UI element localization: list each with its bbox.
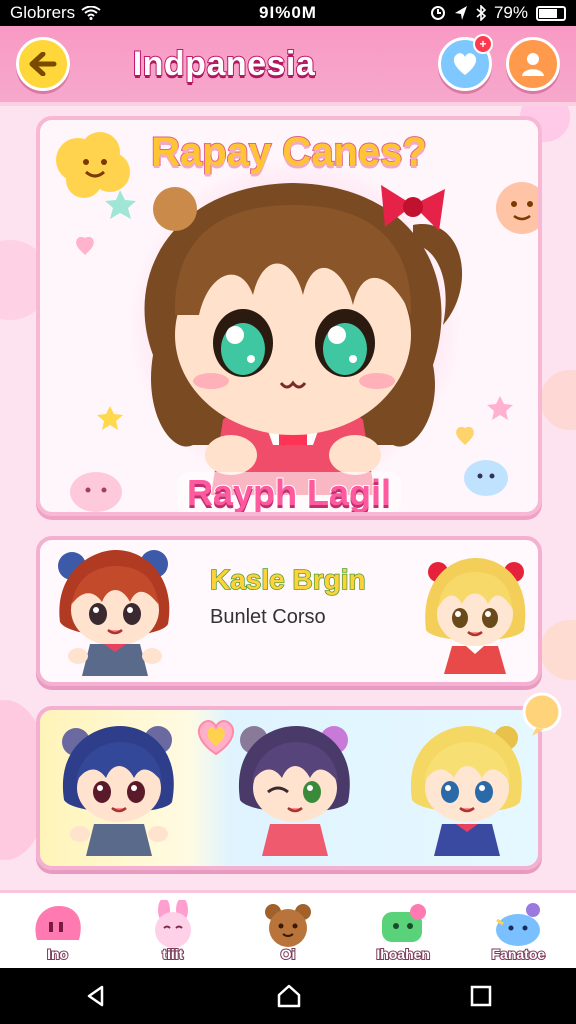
clock: 9I%0M (259, 3, 317, 22)
profile-button[interactable] (505, 37, 560, 91)
wifi-icon (81, 6, 101, 20)
eye-left (213, 309, 273, 377)
home-icon[interactable] (276, 983, 302, 1009)
favorites-button[interactable]: + (437, 34, 493, 91)
character-list-item[interactable]: Kasle Brgin Bunlet Corso (36, 536, 542, 686)
character-avatar-yellow-hair (410, 726, 522, 856)
nav-item-oi[interactable]: Oi (238, 900, 338, 963)
star-icon (487, 396, 513, 420)
nav-label: Ihoahen (375, 945, 431, 963)
nav-item-ino[interactable]: Ino (8, 900, 108, 963)
recents-square-icon[interactable] (470, 985, 492, 1007)
character-name: Rayph Lagil (176, 471, 402, 512)
bg-bubble (540, 370, 576, 430)
location-icon (454, 6, 467, 20)
bottom-navigation: Ino tiiit Oi Ihoahen Fanatoe (0, 890, 576, 968)
character-portrait (144, 183, 463, 495)
back-button[interactable] (16, 37, 70, 91)
character-group-card[interactable] (36, 706, 542, 870)
green-frog-icon (382, 903, 427, 942)
nav-item-fanatoe[interactable]: Fanatoe (468, 900, 568, 963)
heart-icon (453, 53, 477, 75)
blue-bird-icon (496, 902, 541, 946)
pink-bunny-icon (154, 899, 191, 948)
character-avatar-blue-hair (62, 726, 174, 856)
nav-label: Ino (46, 945, 69, 963)
bg-bubble (540, 620, 576, 680)
chat-bubble-icon[interactable] (520, 692, 564, 736)
nav-item-tiiit[interactable]: tiiit (123, 899, 223, 963)
arrow-left-icon (29, 52, 57, 76)
status-bar: Globrers 9I%0M 79% (0, 0, 576, 26)
back-triangle-icon[interactable] (84, 984, 108, 1008)
pink-blob-icon (35, 905, 81, 940)
list-item-title: Kasle Brgin (209, 563, 366, 596)
app-header: Indpanesia + (0, 26, 576, 106)
character-name-banner: Rayph Lagil (40, 471, 538, 512)
nav-label: Fanatoe (491, 945, 547, 963)
app-screen: Globrers 9I%0M 79% Indpanesia + Rapay Ca… (0, 0, 576, 1024)
alarm-icon (430, 6, 445, 20)
nav-item-ihoahen[interactable]: Ihoahen (353, 900, 453, 963)
nav-label: Oi (280, 945, 297, 963)
heart-icon (76, 236, 94, 255)
battery-icon (536, 5, 566, 21)
page-title: Indpanesia (132, 44, 316, 84)
notification-badge: + (472, 34, 493, 54)
character-avatar-blonde (425, 558, 526, 674)
battery-percent: 79% (493, 3, 528, 22)
user-icon (521, 53, 544, 76)
nav-label: tiiit (161, 945, 184, 963)
featured-character-card[interactable]: Rapay Canes? Rayph Lagil (36, 116, 542, 516)
character-avatar-purple-hair (238, 726, 350, 856)
brown-bear-icon (264, 903, 311, 947)
character-avatar-red-hair (58, 550, 170, 676)
list-item-subtitle: Bunlet Corso (210, 606, 326, 628)
smiley-cookie-icon (496, 182, 538, 234)
eye-right (315, 309, 375, 377)
carrier-name: Globrers (10, 3, 76, 22)
system-navigation-bar (0, 968, 576, 1024)
bluetooth-icon (476, 5, 486, 21)
